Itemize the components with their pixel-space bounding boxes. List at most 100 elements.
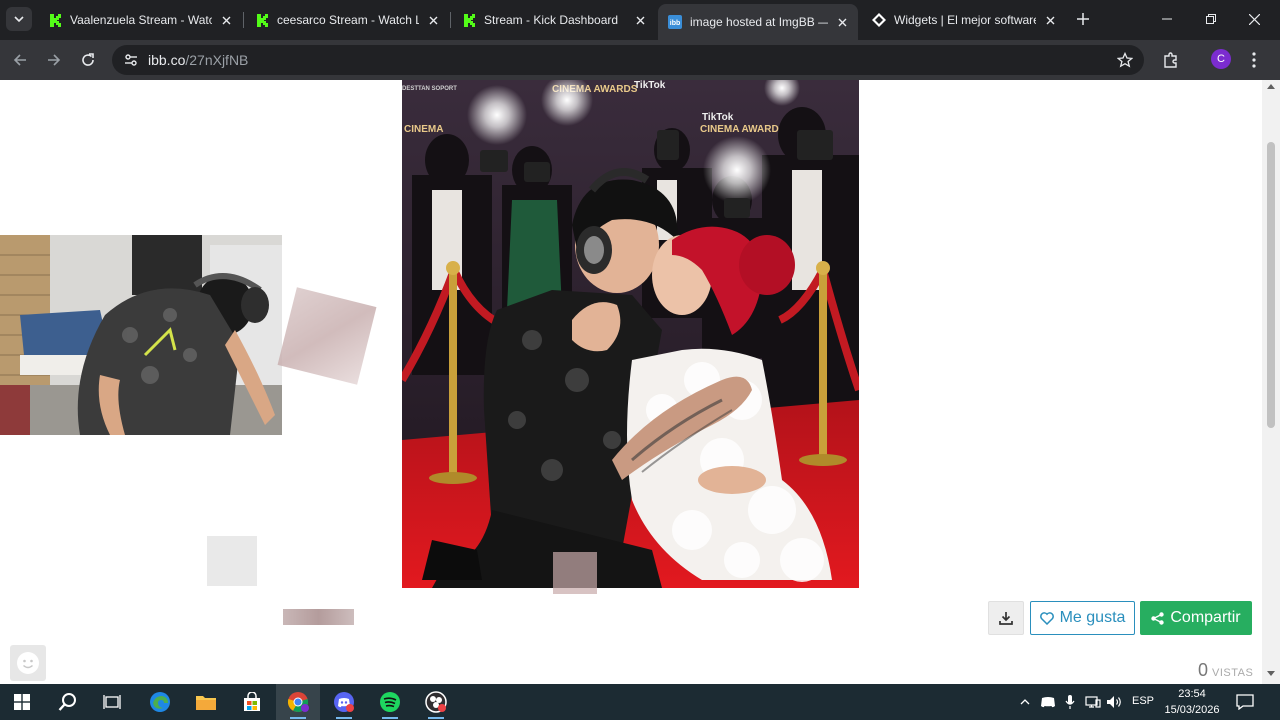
page-content: CINEMA AWARDS TikTok TikTok CINEMA AWARD… bbox=[0, 80, 1262, 684]
taskbar-chrome[interactable] bbox=[276, 684, 320, 720]
reload-button[interactable] bbox=[76, 48, 100, 72]
taskbar-discord[interactable] bbox=[322, 684, 366, 720]
tab-title: Widgets | El mejor software bbox=[894, 13, 1036, 27]
arrow-right-icon bbox=[48, 54, 61, 66]
views-label: VISTAS bbox=[1212, 667, 1254, 679]
windows-icon bbox=[14, 694, 30, 710]
restore-button[interactable] bbox=[1189, 0, 1233, 38]
share-button[interactable]: Compartir bbox=[1140, 601, 1252, 635]
taskbar-clock[interactable]: 23:54 15/03/2026 bbox=[1160, 686, 1224, 718]
browser-toolbar: ibb.co/27nXjfNB bbox=[0, 40, 1280, 80]
webcam-feed bbox=[0, 235, 282, 435]
new-tab-button[interactable] bbox=[1074, 10, 1092, 28]
tray-overflow-button[interactable] bbox=[1016, 684, 1034, 720]
input-language[interactable]: ESP bbox=[1132, 695, 1154, 707]
signage-text: TikTok bbox=[634, 80, 666, 91]
kick-icon bbox=[255, 13, 269, 27]
store-icon bbox=[244, 692, 260, 711]
close-icon[interactable] bbox=[425, 12, 441, 28]
close-icon[interactable] bbox=[1042, 12, 1058, 28]
taskbar-edge[interactable] bbox=[138, 684, 182, 720]
tab-vaalenzuela[interactable]: Vaalenzuela Stream - Watch bbox=[38, 6, 242, 34]
search-icon bbox=[58, 693, 76, 711]
address-bar[interactable]: ibb.co/27nXjfNB bbox=[112, 45, 1144, 75]
chevron-down-icon bbox=[14, 16, 24, 23]
url-text[interactable]: ibb.co/27nXjfNB bbox=[148, 52, 248, 68]
close-window-button[interactable] bbox=[1232, 0, 1276, 38]
signage-text: CINEMA AWARDS bbox=[700, 124, 786, 135]
kick-icon bbox=[462, 13, 476, 27]
task-view-icon bbox=[103, 695, 121, 709]
faded-overlay-square bbox=[207, 536, 257, 586]
tab-title: ceesarco Stream - Watch Liv bbox=[277, 13, 419, 27]
discord-icon bbox=[1041, 697, 1055, 708]
taskbar-store[interactable] bbox=[230, 684, 274, 720]
url-domain: ibb.co bbox=[148, 52, 186, 68]
puzzle-icon bbox=[1164, 52, 1177, 68]
scrollbar-thumb[interactable] bbox=[1267, 142, 1275, 428]
view-counter: 0 VISTAS bbox=[1198, 660, 1253, 681]
taskbar-search-button[interactable] bbox=[46, 684, 90, 720]
tray-discord[interactable] bbox=[1038, 684, 1058, 720]
tab-separator bbox=[450, 12, 451, 28]
taskbar-spotify[interactable] bbox=[368, 684, 412, 720]
widgets-icon bbox=[872, 13, 886, 27]
like-button[interactable]: Me gusta bbox=[1030, 601, 1135, 635]
extensions-button[interactable] bbox=[1160, 49, 1182, 71]
chevron-up-icon bbox=[1020, 699, 1030, 705]
taskbar-file-explorer[interactable] bbox=[184, 684, 228, 720]
edge-icon bbox=[150, 692, 170, 712]
emoji-button[interactable] bbox=[10, 645, 46, 681]
tray-microphone[interactable] bbox=[1060, 684, 1080, 720]
bookmark-star-icon[interactable] bbox=[1116, 51, 1134, 69]
more-vert-icon bbox=[1252, 52, 1256, 68]
microphone-icon bbox=[1065, 695, 1075, 709]
clock-date: 15/03/2026 bbox=[1164, 704, 1220, 716]
tab-title: Vaalenzuela Stream - Watch bbox=[70, 13, 212, 27]
tab-imgbb[interactable]: ibb image hosted at ImgBB — I bbox=[658, 4, 858, 40]
close-icon[interactable] bbox=[218, 12, 234, 28]
url-path: /27nXjfNB bbox=[185, 52, 249, 68]
smiley-icon bbox=[17, 652, 39, 674]
scroll-up-arrow[interactable] bbox=[1267, 84, 1275, 89]
start-button[interactable] bbox=[0, 684, 44, 720]
download-icon bbox=[999, 612, 1013, 625]
profile-avatar[interactable]: C bbox=[1211, 49, 1231, 69]
signage-text: CINEMA bbox=[404, 124, 443, 135]
imgbb-icon: ibb bbox=[668, 15, 682, 29]
tab-title: Stream - Kick Dashboard bbox=[484, 13, 619, 27]
tab-search-button[interactable] bbox=[6, 7, 32, 31]
network-icon bbox=[1085, 696, 1101, 708]
folder-icon bbox=[196, 696, 216, 710]
page-scrollbar[interactable] bbox=[1262, 80, 1280, 684]
browser-menu-button[interactable] bbox=[1243, 49, 1265, 71]
obs-icon bbox=[425, 691, 447, 713]
tab-kick-dashboard[interactable]: Stream - Kick Dashboard bbox=[452, 6, 656, 34]
notification-center-button[interactable] bbox=[1232, 684, 1258, 720]
arrow-left-icon bbox=[13, 54, 26, 66]
tray-volume[interactable] bbox=[1104, 684, 1126, 720]
minimize-button[interactable] bbox=[1145, 0, 1189, 38]
site-info-icon[interactable] bbox=[122, 51, 140, 69]
tab-title: image hosted at ImgBB — I bbox=[690, 15, 828, 29]
scroll-down-arrow[interactable] bbox=[1267, 671, 1275, 676]
clock-time: 23:54 bbox=[1178, 688, 1206, 700]
volume-icon bbox=[1107, 696, 1121, 708]
tab-widgets[interactable]: Widgets | El mejor software bbox=[862, 6, 1066, 34]
close-icon[interactable] bbox=[632, 12, 648, 28]
tab-separator bbox=[243, 12, 244, 28]
chrome-icon bbox=[287, 692, 309, 712]
download-button[interactable] bbox=[988, 601, 1024, 635]
hosted-image[interactable]: CINEMA AWARDS TikTok TikTok CINEMA AWARD… bbox=[402, 80, 859, 588]
red-carpet-photo: CINEMA AWARDS TikTok TikTok CINEMA AWARD… bbox=[402, 80, 859, 588]
profile-initial: C bbox=[1217, 53, 1225, 65]
task-view-button[interactable] bbox=[90, 684, 134, 720]
views-count: 0 bbox=[1198, 660, 1209, 680]
reload-icon bbox=[82, 53, 94, 66]
close-icon[interactable] bbox=[834, 14, 850, 30]
tab-ceesarco[interactable]: ceesarco Stream - Watch Liv bbox=[245, 6, 449, 34]
back-button[interactable] bbox=[8, 48, 32, 72]
taskbar-obs[interactable] bbox=[414, 684, 458, 720]
tray-network[interactable] bbox=[1082, 684, 1104, 720]
forward-button[interactable] bbox=[42, 48, 66, 72]
